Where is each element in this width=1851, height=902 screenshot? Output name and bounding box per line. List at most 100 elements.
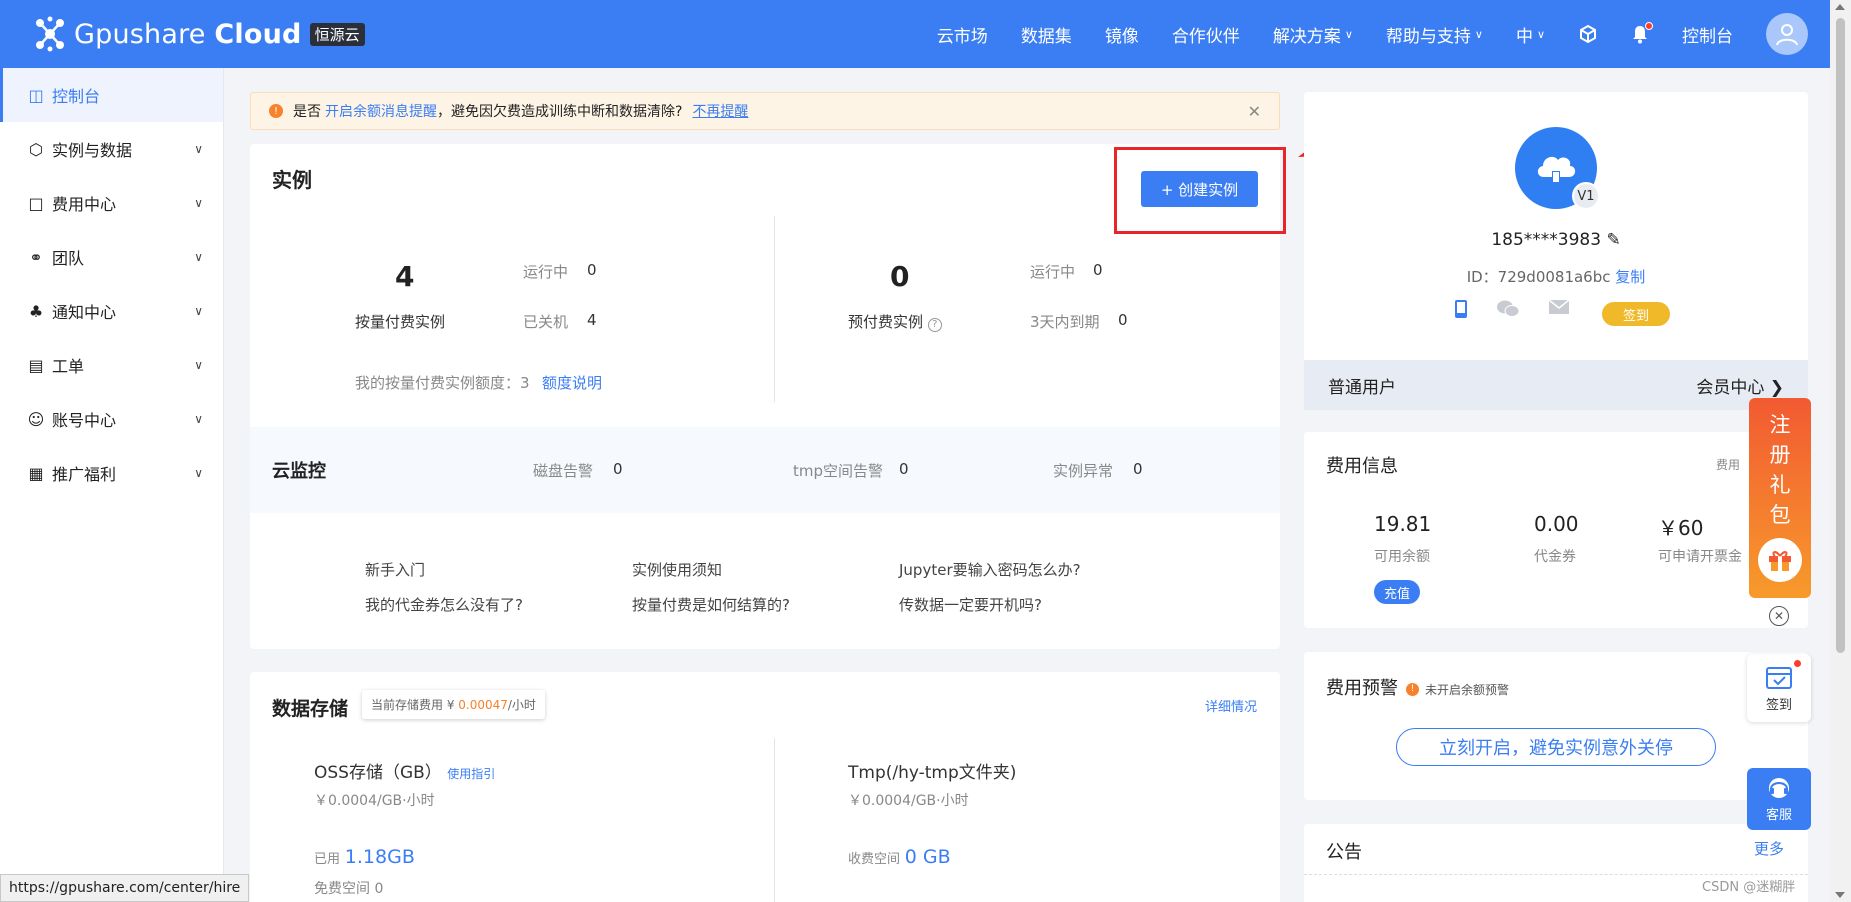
profile-card: V1 185****3983 ✎ ID：729d0081a6bc 复制 签到 普… [1304,92,1808,410]
faq-link[interactable]: 按量付费是如何结算的? [632,594,790,615]
top-header: Gpushare Cloud 恒源云 云市场 数据集 镜像 合作伙伴 解决方案 ∨… [0,0,1830,68]
nav-language[interactable]: 中 ∨ [1516,22,1545,47]
sidebar: ◫ 控制台 ⬡ 实例与数据 ∨ □ 费用中心 ∨ ⚭ 团队 ∨ ♣ 通知中心 ∨… [0,68,224,902]
close-icon[interactable]: ✕ [1769,606,1789,626]
sidebar-item-label: 账号中心 [52,411,117,430]
enable-warning-button[interactable]: 立刻开启，避免实例意外关停 [1396,728,1716,766]
sidebar-item-instances[interactable]: ⬡ 实例与数据 ∨ [0,122,223,176]
chevron-down-icon: ∨ [1536,27,1545,41]
page-scrollbar[interactable] [1830,0,1851,902]
chevron-down-icon: ∨ [194,142,203,156]
fee-detail-link[interactable]: 费用 [1716,456,1740,473]
float-sign-in-button[interactable]: 签到 [1747,654,1811,722]
chevron-down-icon: ∨ [194,196,203,210]
divider [1304,874,1808,875]
notice-text: 是否 [293,104,321,120]
payg-label: 按量付费实例 [355,313,446,331]
enable-reminder-link[interactable]: 开启余额消息提醒 [325,101,437,121]
notification-dot [1794,660,1801,667]
scroll-up-arrow[interactable] [1835,4,1845,10]
user-avatar[interactable] [1766,13,1808,55]
oss-title: OSS存储（GB） 使用指引 [314,763,496,783]
recharge-button[interactable]: 充值 [1374,580,1420,604]
wechat-icon[interactable] [1496,299,1520,319]
faq-link[interactable]: 新手入门 [365,559,425,580]
gift-icon: ▦ [28,463,44,483]
register-gift-widget[interactable]: 注 册 礼 包 [1749,398,1811,598]
help-icon[interactable]: ? [927,318,942,332]
nav-market[interactable]: 云市场 [937,22,988,47]
sidebar-item-notifications[interactable]: ♣ 通知中心 ∨ [0,284,223,338]
logo[interactable]: Gpushare Cloud 恒源云 [34,16,365,52]
chevron-right-icon: ❯ [1769,377,1784,398]
storage-cost-tooltip: 当前存储费用 ¥ 0.00047/小时 [362,690,545,719]
announcement-more-link[interactable]: 更多 [1754,838,1784,859]
edit-icon[interactable]: ✎ [1606,230,1620,250]
user-type: 普通用户 [1328,377,1396,398]
running-label: 运行中 [1030,263,1076,281]
warning-icon: ! [269,104,283,118]
warning-icon: ! [1406,682,1419,696]
sidebar-item-label: 控制台 [52,87,101,106]
sidebar-item-label: 实例与数据 [52,141,133,160]
sidebar-item-promotion[interactable]: ▦ 推广福利 ∨ [0,446,223,500]
logo-text: Gpushare Cloud [74,18,302,50]
copy-id-link[interactable]: 复制 [1615,268,1645,286]
quota-info-link[interactable]: 额度说明 [542,372,602,393]
close-icon[interactable]: ✕ [1248,102,1261,121]
nav-console[interactable]: 控制台 [1682,22,1733,47]
nav-partners[interactable]: 合作伙伴 [1172,22,1240,47]
scroll-down-arrow[interactable] [1835,892,1845,898]
nav-help[interactable]: 帮助与支持 ∨ [1386,22,1483,47]
level-badge: V1 [1572,182,1600,210]
sign-in-button[interactable]: 签到 [1602,302,1670,326]
sidebar-item-tickets[interactable]: ▤ 工单 ∨ [0,338,223,392]
customer-service-button[interactable]: 客服 [1747,768,1811,830]
balance-value: 19.81 [1374,512,1432,536]
highlight-annotation [1114,147,1286,234]
divider [774,216,775,402]
stopped-label: 已关机 [523,313,569,331]
chevron-down-icon: ∨ [194,412,203,426]
dismiss-reminder-link[interactable]: 不再提醒 [692,101,748,121]
bell-icon[interactable] [1631,22,1653,44]
storage-detail-link[interactable]: 详细情况 [1205,696,1257,715]
scroll-thumb[interactable] [1836,18,1845,653]
sidebar-item-team[interactable]: ⚭ 团队 ∨ [0,230,223,284]
faq-link[interactable]: 实例使用须知 [632,559,722,580]
top-nav: 云市场 数据集 镜像 合作伙伴 解决方案 ∨ 帮助与支持 ∨ 中 ∨ 控制台 [937,0,1830,68]
prepaid-count: 0 [890,260,910,293]
payg-count: 4 [395,260,415,293]
chevron-down-icon: ∨ [194,358,203,372]
oss-guide-link[interactable]: 使用指引 [447,767,495,781]
instance-error-value: 0 [1133,460,1143,478]
divider [774,738,775,902]
user-icon [1776,24,1798,46]
sidebar-item-label: 工单 [52,357,85,376]
sidebar-item-label: 团队 [52,249,85,268]
logo-icon [36,16,64,52]
voucher-label: 代金券 [1534,549,1576,565]
faq-link[interactable]: Jupyter要输入密码怎么办? [899,559,1081,580]
sidebar-item-account[interactable]: ☺ 账号中心 ∨ [0,392,223,446]
clipboard-icon: ▤ [28,355,44,375]
email-icon[interactable] [1548,299,1570,319]
phone-icon[interactable] [1454,299,1468,319]
sidebar-item-billing[interactable]: □ 费用中心 ∨ [0,176,223,230]
nav-images[interactable]: 镜像 [1105,22,1139,47]
nav-datasets[interactable]: 数据集 [1021,22,1072,47]
nav-solutions[interactable]: 解决方案 ∨ [1273,22,1353,47]
cube-icon[interactable] [1578,24,1598,44]
balance-label: 可用余额 [1374,549,1430,565]
logo-badge: 恒源云 [309,22,365,46]
prepaid-running-value: 0 [1093,261,1103,279]
monitor-icon: ◫ [28,85,44,105]
payg-stopped-value: 4 [587,311,597,329]
faq-link[interactable]: 传数据一定要开机吗? [899,594,1042,615]
sidebar-item-console[interactable]: ◫ 控制台 [0,68,223,122]
user-icon: ☺ [27,409,45,429]
sidebar-item-label: 通知中心 [52,303,117,322]
sidebar-item-label: 费用中心 [52,195,117,214]
faq-link[interactable]: 我的代金券怎么没有了? [365,594,523,615]
member-center-link[interactable]: 会员中心 ❯ [1696,373,1784,398]
